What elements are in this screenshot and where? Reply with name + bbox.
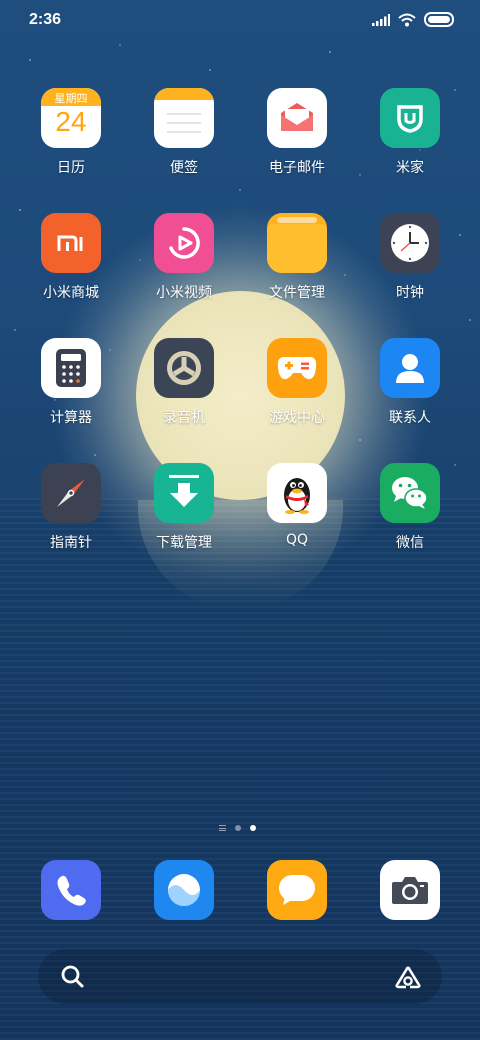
- app-contacts[interactable]: 联系人: [360, 338, 460, 427]
- app-label: 日历: [57, 160, 85, 176]
- app-downloads[interactable]: 下载管理: [134, 463, 234, 552]
- calculator-icon: [41, 338, 101, 398]
- app-email[interactable]: 电子邮件: [247, 88, 347, 177]
- email-icon: [267, 88, 327, 148]
- dock-phone[interactable]: [21, 860, 121, 920]
- page-dot-active: [250, 825, 256, 831]
- calendar-icon: 星期四 24: [41, 88, 101, 148]
- app-mi-video[interactable]: 小米视频: [134, 213, 234, 302]
- page-indicator[interactable]: [219, 825, 256, 831]
- app-label: 录音机: [163, 410, 205, 426]
- status-time: 2:36: [29, 11, 62, 28]
- app-label: QQ: [285, 532, 309, 548]
- app-label: 微信: [396, 535, 424, 551]
- search-bar[interactable]: [38, 949, 442, 1004]
- page-dot: [235, 825, 241, 831]
- recorder-icon: [154, 338, 214, 398]
- calendar-day: 24: [55, 106, 87, 137]
- clock-icon: [380, 213, 440, 273]
- app-compass[interactable]: 指南针: [21, 463, 121, 552]
- app-label: 联系人: [389, 410, 431, 426]
- dock-camera[interactable]: [360, 860, 460, 920]
- message-icon: [267, 860, 327, 920]
- notes-icon: [154, 88, 214, 148]
- qq-penguin-icon: [267, 463, 327, 523]
- mijia-icon: [380, 88, 440, 148]
- compass-icon: [41, 463, 101, 523]
- mi-store-icon: [41, 213, 101, 273]
- dock-browser[interactable]: [134, 860, 234, 920]
- download-icon: [154, 463, 214, 523]
- assistant-icon[interactable]: [394, 964, 422, 990]
- wechat-icon: [380, 463, 440, 523]
- app-label: 文件管理: [269, 285, 325, 301]
- status-bar: 2:36: [0, 0, 480, 40]
- app-label: 下载管理: [156, 535, 212, 551]
- battery-icon: [424, 12, 454, 27]
- video-icon: [154, 213, 214, 273]
- calendar-weekday: 星期四: [54, 92, 88, 105]
- app-calculator[interactable]: 计算器: [21, 338, 121, 427]
- app-label: 小米视频: [156, 285, 212, 301]
- app-label: 计算器: [50, 410, 92, 426]
- app-label: 小米商城: [43, 285, 99, 301]
- app-file-manager[interactable]: 文件管理: [247, 213, 347, 302]
- folder-icon: [267, 213, 327, 273]
- app-label: 电子邮件: [269, 160, 325, 176]
- contacts-icon: [380, 338, 440, 398]
- app-recorder[interactable]: 录音机: [134, 338, 234, 427]
- wifi-icon: [398, 13, 416, 26]
- dock-messages[interactable]: [247, 860, 347, 920]
- app-clock[interactable]: 时钟: [360, 213, 460, 302]
- search-icon[interactable]: [60, 964, 86, 990]
- app-label: 指南针: [50, 535, 92, 551]
- camera-icon: [380, 860, 440, 920]
- app-mijia[interactable]: 米家: [360, 88, 460, 177]
- app-notes[interactable]: 便签: [134, 88, 234, 177]
- gamepad-icon: [267, 338, 327, 398]
- phone-icon: [41, 860, 101, 920]
- signal-icon: [372, 13, 390, 26]
- app-mi-store[interactable]: 小米商城: [21, 213, 121, 302]
- app-label: 时钟: [396, 285, 424, 301]
- browser-icon: [154, 860, 214, 920]
- app-wechat[interactable]: 微信: [360, 463, 460, 552]
- app-label: 游戏中心: [269, 410, 325, 426]
- page-list-icon: [219, 825, 226, 831]
- app-calendar[interactable]: 星期四 24 日历: [21, 88, 121, 177]
- app-game-center[interactable]: 游戏中心: [247, 338, 347, 427]
- app-label: 米家: [396, 160, 424, 176]
- app-qq[interactable]: QQ: [247, 463, 347, 548]
- app-label: 便签: [170, 160, 198, 176]
